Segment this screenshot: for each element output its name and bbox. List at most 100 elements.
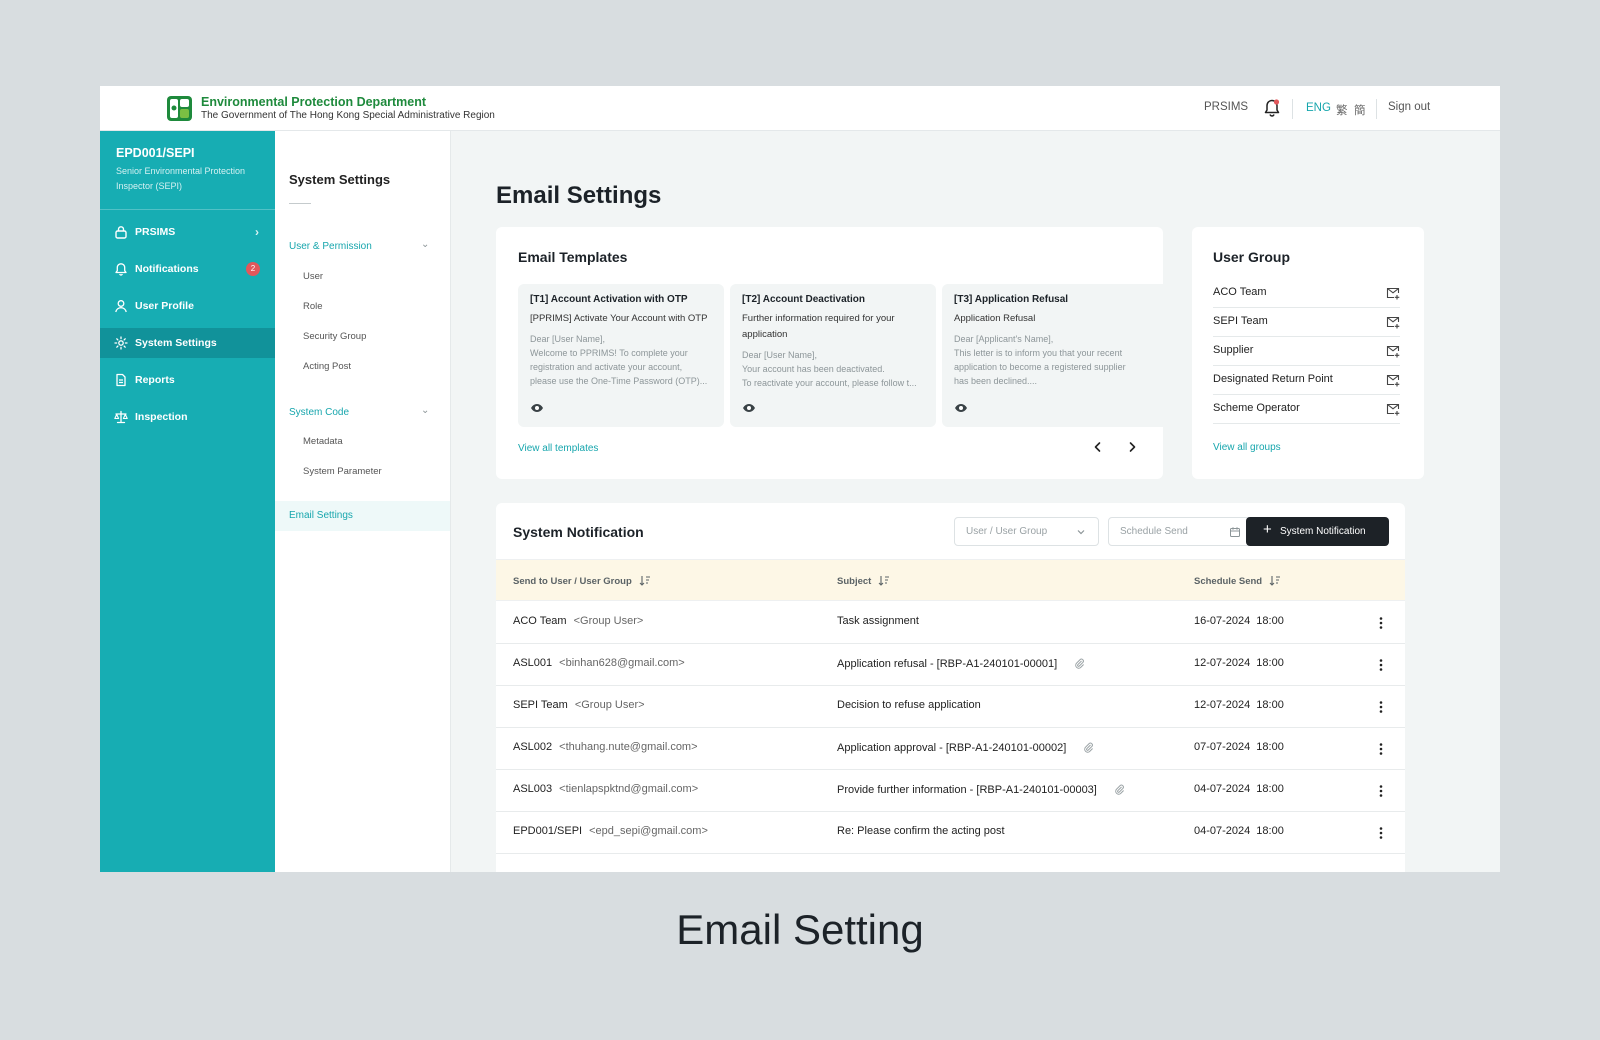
submenu-group-user-permission[interactable]: User & Permission: [289, 241, 372, 252]
add-system-notification-button[interactable]: + System Notification: [1246, 517, 1389, 546]
subject-cell: Re: Please confirm the acting post: [837, 825, 1005, 837]
language-simplified[interactable]: 簡: [1354, 102, 1366, 118]
sidebar-item-notifications[interactable]: Notifications 2: [100, 254, 275, 284]
schedule-date: 12-07-2024: [1194, 699, 1251, 711]
submenu-item-security-group[interactable]: Security Group: [303, 331, 366, 342]
user-group-filter-select[interactable]: User / User Group: [954, 517, 1099, 546]
user-group-title: User Group: [1213, 249, 1291, 265]
more-options-icon[interactable]: [1379, 784, 1383, 798]
paperclip-icon[interactable]: [1113, 783, 1125, 795]
table-row[interactable]: EPD001/SEPI <epd_sepi@gmail.com> Re: Pleas…: [496, 812, 1405, 854]
eye-icon[interactable]: [530, 401, 544, 415]
mail-add-icon[interactable]: [1386, 374, 1400, 387]
sidebar-item-prsims[interactable]: PRSIMS ›: [100, 217, 275, 247]
chevron-down-icon[interactable]: ⌄: [421, 405, 429, 416]
user-group-row[interactable]: Supplier: [1213, 337, 1400, 366]
table-row[interactable]: ACO Team <Group User> Task assignment 16-07…: [496, 602, 1405, 644]
template-card-t3[interactable]: [T3] Application Refusal Application Ref…: [942, 284, 1163, 427]
language-traditional[interactable]: 繁: [1336, 102, 1348, 118]
schedule-send-date-picker[interactable]: Schedule Send: [1108, 517, 1253, 546]
table-header: Send to User / User Group Subject Schedu…: [496, 559, 1405, 601]
chevron-right-icon[interactable]: [1125, 440, 1139, 454]
calendar-icon: [1230, 527, 1240, 537]
app-window: Environmental Protection Department The …: [100, 86, 1500, 872]
system-notification-title: System Notification: [513, 524, 644, 540]
table-row[interactable]: SEPI Team <Group User> Decision to refuse …: [496, 686, 1405, 728]
view-all-templates-link[interactable]: View all templates: [518, 443, 598, 454]
recipient-name: ASL002: [513, 741, 553, 753]
view-all-groups-link[interactable]: View all groups: [1213, 442, 1281, 453]
more-options-icon[interactable]: [1379, 616, 1383, 630]
template-card-t2[interactable]: [T2] Account Deactivation Further inform…: [730, 284, 936, 427]
submenu-item-role[interactable]: Role: [303, 301, 323, 312]
submenu-group-system-code[interactable]: System Code: [289, 407, 349, 418]
template-title: [T3] Application Refusal: [954, 294, 1069, 305]
submenu-item-system-parameter[interactable]: System Parameter: [303, 466, 382, 477]
subject-cell: Decision to refuse application: [837, 699, 981, 711]
more-options-icon[interactable]: [1379, 658, 1383, 672]
submenu-item-email-settings[interactable]: Email Settings: [275, 501, 450, 531]
header-prsims-link[interactable]: PRSIMS: [1204, 101, 1248, 113]
more-options-icon[interactable]: [1379, 700, 1383, 714]
template-subject: [PPRIMS] Activate Your Account with OTP: [530, 313, 708, 324]
eye-icon[interactable]: [954, 401, 968, 415]
submenu-item-acting-post[interactable]: Acting Post: [303, 361, 351, 372]
chevron-down-icon[interactable]: ⌄: [421, 239, 429, 250]
user-group-row[interactable]: ACO Team: [1213, 279, 1400, 308]
subject-cell: Application refusal - [RBP-A1-240101-000…: [837, 657, 1085, 670]
header-divider: [1376, 99, 1377, 119]
more-options-icon[interactable]: [1379, 826, 1383, 840]
department-name: Environmental Protection Department: [201, 95, 427, 109]
submenu-item-label: Email Settings: [289, 510, 353, 521]
template-card-t1[interactable]: [T1] Account Activation with OTP [PPRIMS…: [518, 284, 724, 427]
schedule-date: 04-07-2024: [1194, 783, 1251, 795]
mail-add-icon[interactable]: [1386, 403, 1400, 416]
sidebar-item-label: User Profile: [135, 300, 194, 312]
table-row[interactable]: ASL002 <thuhang.nute@gmail.com> Applicatio…: [496, 728, 1405, 770]
sidebar-item-system-settings[interactable]: System Settings: [100, 328, 275, 358]
page-title: Email Settings: [496, 182, 662, 209]
user-group-name: Designated Return Point: [1213, 373, 1333, 385]
paperclip-icon[interactable]: [1073, 657, 1085, 669]
schedule-date: 07-07-2024: [1194, 741, 1251, 753]
chevron-left-icon[interactable]: [1091, 440, 1105, 454]
column-header-send-to[interactable]: Send to User / User Group: [513, 575, 651, 587]
document-icon: [116, 373, 126, 387]
eye-icon[interactable]: [742, 401, 756, 415]
mail-add-icon[interactable]: [1386, 287, 1400, 300]
user-group-name: Supplier: [1213, 344, 1254, 356]
plus-icon: +: [1263, 521, 1272, 538]
user-group-row[interactable]: SEPI Team: [1213, 308, 1400, 337]
table-row[interactable]: ASL001 <binhan628@gmail.com> Application r…: [496, 644, 1405, 686]
sidebar-item-inspection[interactable]: Inspection: [100, 402, 275, 432]
column-header-schedule-send[interactable]: Schedule Send: [1194, 575, 1281, 587]
mail-add-icon[interactable]: [1386, 345, 1400, 358]
language-eng[interactable]: ENG: [1306, 102, 1331, 114]
submenu-title: System Settings: [289, 172, 391, 187]
sidebar-item-user-profile[interactable]: User Profile: [100, 291, 275, 321]
email-templates-title: Email Templates: [518, 249, 628, 265]
submenu-item-metadata[interactable]: Metadata: [303, 436, 343, 447]
user-group-row[interactable]: Scheme Operator: [1213, 395, 1400, 424]
sort-icon[interactable]: [639, 575, 651, 586]
schedule-send-cell: 07-07-2024 18:00: [1194, 741, 1284, 753]
subject-text: Decision to refuse application: [837, 699, 981, 711]
more-options-icon[interactable]: [1379, 742, 1383, 756]
sidebar-item-label: Inspection: [135, 411, 188, 423]
schedule-time: 18:00: [1256, 825, 1284, 837]
department-subtitle: The Government of The Hong Kong Special …: [201, 110, 495, 121]
mail-add-icon[interactable]: [1386, 316, 1400, 329]
user-group-name: ACO Team: [1213, 286, 1267, 298]
submenu-item-user[interactable]: User: [303, 271, 323, 282]
bell-icon[interactable]: [1263, 98, 1281, 118]
template-title: [T1] Account Activation with OTP: [530, 294, 688, 305]
paperclip-icon[interactable]: [1082, 741, 1094, 753]
page-caption: Email Setting: [676, 906, 924, 953]
sidebar-item-reports[interactable]: Reports: [100, 365, 275, 395]
sort-icon[interactable]: [878, 575, 890, 586]
sign-out-link[interactable]: Sign out: [1388, 101, 1430, 113]
column-header-subject[interactable]: Subject: [837, 575, 890, 587]
user-group-row[interactable]: Designated Return Point: [1213, 366, 1400, 395]
sort-icon[interactable]: [1269, 575, 1281, 586]
table-row[interactable]: ASL003 <tienlapspktnd@gmail.com> Provide f…: [496, 770, 1405, 812]
